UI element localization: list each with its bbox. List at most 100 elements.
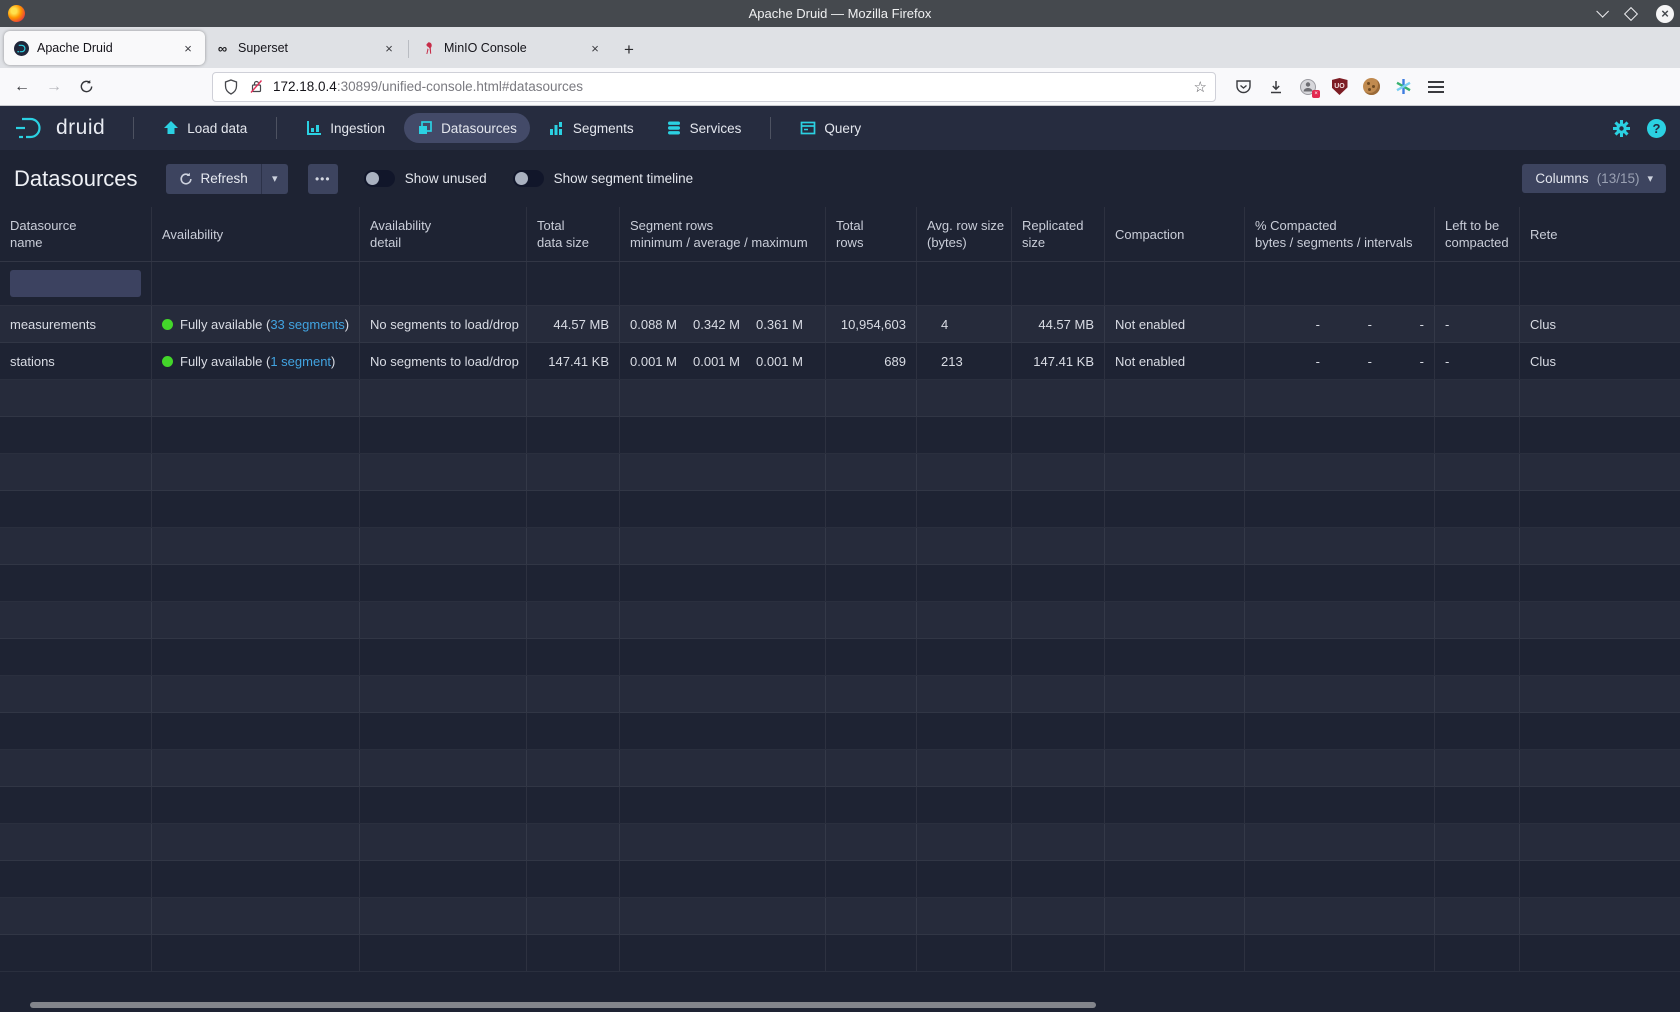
empty-cell [360, 713, 527, 749]
refresh-icon [179, 172, 193, 186]
tab-minio-console[interactable]: MinIO Console × [411, 31, 612, 65]
tab-apache-druid[interactable]: Apache Druid × [4, 31, 205, 65]
segments-link[interactable]: 33 segments [270, 317, 344, 332]
empty-cell [826, 417, 917, 453]
table-row-stations[interactable]: stations Fully available (1 segment) No … [0, 343, 1680, 380]
empty-cell [152, 417, 360, 453]
col-header-availability-detail[interactable]: Availabilitydetail [360, 207, 527, 261]
insecure-lock-icon[interactable] [247, 77, 266, 96]
empty-cell [527, 676, 620, 712]
col-header-total-data-size[interactable]: Totaldata size [527, 207, 620, 261]
col-header-pct-compacted[interactable]: % Compactedbytes / segments / intervals [1245, 207, 1435, 261]
empty-cell [1012, 898, 1105, 934]
window-title: Apache Druid — Mozilla Firefox [0, 6, 1680, 21]
druid-logo[interactable]: druid [14, 115, 105, 141]
bookmark-star-icon[interactable]: ☆ [1194, 78, 1207, 96]
extension-icon[interactable]: × [1298, 77, 1317, 96]
show-segment-timeline-toggle[interactable] [513, 170, 544, 187]
col-header-left-to-be-compacted[interactable]: Left to becompacted [1435, 207, 1520, 261]
empty-cell [1435, 824, 1520, 860]
more-actions-button[interactable]: ••• [308, 164, 338, 194]
help-icon[interactable]: ? [1647, 119, 1666, 138]
horizontal-scrollbar[interactable] [30, 1002, 1096, 1008]
empty-cell [1105, 454, 1245, 490]
url-path: :30899/unified-console.html#datasources [337, 79, 583, 94]
col-header-avg-row-size[interactable]: Avg. row size(bytes) [917, 207, 1012, 261]
datasources-icon [417, 120, 433, 136]
empty-cell [1435, 898, 1520, 934]
empty-cell [152, 935, 360, 971]
pocket-icon[interactable] [1234, 77, 1253, 96]
retention-cell[interactable]: Clus [1520, 343, 1680, 379]
empty-cell [1012, 639, 1105, 675]
druid-nav-bar: druid Load data Ingestion Datasources Se… [0, 106, 1680, 150]
url-bar[interactable]: 172.18.0.4:30899/unified-console.html#da… [212, 72, 1216, 102]
nav-item-datasources[interactable]: Datasources [404, 113, 530, 143]
menu-icon[interactable] [1426, 77, 1445, 96]
col-header-segment-rows[interactable]: Segment rowsminimum / average / maximum [620, 207, 826, 261]
datasource-name-cell[interactable]: measurements [0, 306, 152, 342]
empty-cell [1105, 861, 1245, 897]
settings-gear-icon[interactable] [1612, 119, 1631, 138]
datasource-name-cell[interactable]: stations [0, 343, 152, 379]
filter-cell [1435, 262, 1520, 305]
empty-cell [1245, 713, 1435, 749]
nav-item-query[interactable]: Query [787, 113, 874, 143]
nav-item-load-data[interactable]: Load data [150, 113, 260, 143]
empty-cell [1435, 565, 1520, 601]
empty-cell [360, 417, 527, 453]
downloads-icon[interactable] [1266, 77, 1285, 96]
show-unused-toggle[interactable] [364, 170, 395, 187]
tab-close-icon[interactable]: × [382, 41, 396, 56]
back-button[interactable]: ← [8, 73, 36, 101]
table-row-measurements[interactable]: measurements Fully available (33 segment… [0, 306, 1680, 343]
filter-cell [1012, 262, 1105, 305]
nav-item-services[interactable]: Services [653, 113, 755, 143]
datasource-name-filter-input[interactable] [10, 270, 141, 297]
col-header-replicated-size[interactable]: Replicatedsize [1012, 207, 1105, 261]
empty-cell [527, 861, 620, 897]
cookie-icon[interactable] [1362, 77, 1381, 96]
nav-item-segments[interactable]: Segments [536, 113, 647, 143]
columns-button[interactable]: Columns (13/15) ▾ [1522, 164, 1666, 193]
empty-cell [826, 491, 917, 527]
empty-cell [1245, 602, 1435, 638]
filter-cell [1245, 262, 1435, 305]
empty-cell [826, 935, 917, 971]
minimize-icon[interactable] [1596, 9, 1614, 18]
reload-button[interactable] [72, 73, 100, 101]
col-header-datasource-name[interactable]: Datasourcename [0, 207, 152, 261]
url-text[interactable]: 172.18.0.4:30899/unified-console.html#da… [273, 79, 1187, 94]
retention-cell[interactable]: Clus [1520, 306, 1680, 342]
tab-close-icon[interactable]: × [588, 41, 602, 56]
theme-extension-icon[interactable] [1394, 77, 1413, 96]
close-window-icon[interactable]: × [1656, 5, 1674, 23]
col-header-retention[interactable]: Rete [1520, 207, 1680, 261]
availability-text: ) [345, 317, 349, 332]
tab-superset[interactable]: ∞ Superset × [205, 31, 406, 65]
empty-cell [826, 454, 917, 490]
empty-cell [527, 565, 620, 601]
col-header-availability[interactable]: Availability [152, 207, 360, 261]
refresh-caret-button[interactable]: ▾ [261, 164, 288, 194]
refresh-split-button[interactable]: Refresh ▾ [166, 164, 288, 194]
nav-item-ingestion[interactable]: Ingestion [293, 113, 398, 143]
new-tab-button[interactable]: + [612, 40, 646, 60]
segments-link[interactable]: 1 segment [270, 354, 331, 369]
col-header-compaction[interactable]: Compaction [1105, 207, 1245, 261]
chevron-down-icon: ▾ [1647, 172, 1653, 185]
empty-cell [620, 417, 826, 453]
col-header-total-rows[interactable]: Totalrows [826, 207, 917, 261]
empty-cell [360, 602, 527, 638]
tracking-shield-icon[interactable] [221, 77, 240, 96]
empty-cell [360, 935, 527, 971]
empty-cell [826, 528, 917, 564]
refresh-button[interactable]: Refresh [166, 164, 261, 194]
empty-cell [1245, 750, 1435, 786]
empty-cell [1012, 565, 1105, 601]
empty-cell [620, 787, 826, 823]
empty-cell [917, 824, 1012, 860]
maximize-icon[interactable] [1626, 9, 1644, 19]
tab-close-icon[interactable]: × [181, 41, 195, 56]
ublock-icon[interactable]: UO [1330, 77, 1349, 96]
